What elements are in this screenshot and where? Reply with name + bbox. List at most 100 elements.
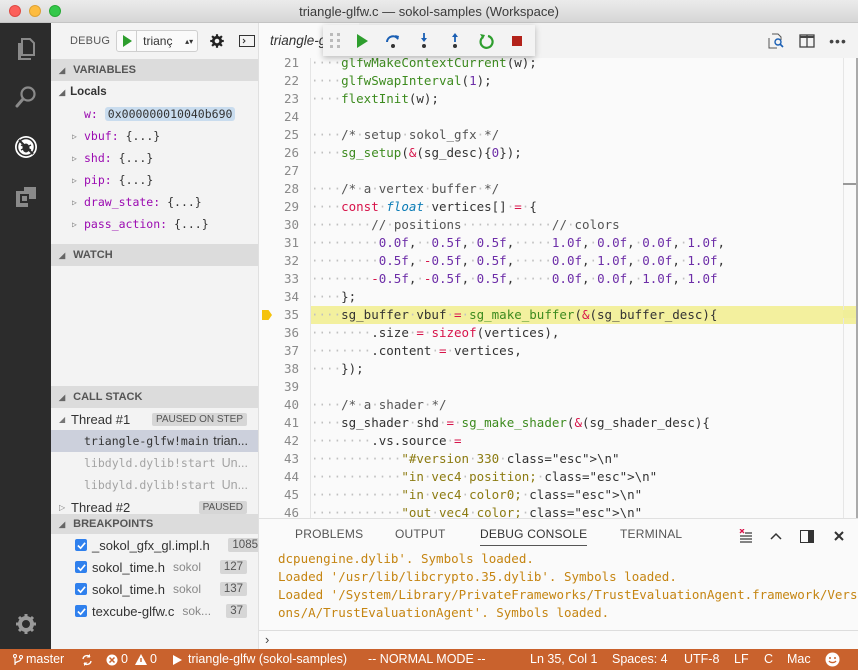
panel-tab-output[interactable]: OUTPUT xyxy=(395,527,446,541)
panel-tab-problems[interactable]: PROBLEMS xyxy=(295,527,363,541)
configure-button[interactable] xyxy=(206,30,228,52)
breakpoint-checkbox[interactable] xyxy=(75,561,87,573)
code-line[interactable]: 26 ····sg_setup(&(sg_desc){0}); xyxy=(259,144,858,162)
expand-icon[interactable]: ▷ xyxy=(59,503,71,512)
eol-status[interactable]: LF xyxy=(734,649,749,670)
feedback-button[interactable] xyxy=(825,649,840,670)
start-debugging-button[interactable] xyxy=(117,31,138,51)
variable-row[interactable]: ▷ draw_state: {...} xyxy=(51,191,258,213)
variable-row[interactable]: ▷ pip: {...} xyxy=(51,169,258,191)
window-maximize-button[interactable] xyxy=(49,5,61,17)
breakpoint-row[interactable]: sokol_time.h sokol 137 xyxy=(51,578,258,600)
breakpoints-section-header[interactable]: ◢ BREAKPOINTS xyxy=(51,514,258,534)
code-line[interactable]: 28 ····/*·a·vertex·buffer·*/ xyxy=(259,180,858,198)
stack-frame[interactable]: libdyld.dylib!start Un... xyxy=(51,474,258,496)
code-line[interactable]: 44 ············"in·vec4·position;·class="… xyxy=(259,468,858,486)
files-icon[interactable] xyxy=(0,25,51,73)
code-line[interactable]: 30 ········//·positions············//·col… xyxy=(259,216,858,234)
close-panel-button[interactable] xyxy=(829,526,849,546)
variable-row[interactable]: ▷ shd: {...} xyxy=(51,147,258,169)
code-line[interactable]: 29 ····const·float·vertices[]·=·{ xyxy=(259,198,858,216)
expand-icon[interactable]: ▷ xyxy=(72,220,84,229)
sync-button[interactable] xyxy=(81,649,93,670)
code-line[interactable]: 39 xyxy=(259,378,858,396)
code-line[interactable]: 41 ····sg_shader·shd·=·sg_make_shader(&(s… xyxy=(259,414,858,432)
code-line[interactable]: 24 xyxy=(259,108,858,126)
code-line[interactable]: 34 ····}; xyxy=(259,288,858,306)
code-line[interactable]: 35 ····sg_buffer·vbuf·=·sg_make_buffer(&(… xyxy=(262,306,858,324)
code-line[interactable]: 25 ····/*·setup·sokol_gfx·*/ xyxy=(259,126,858,144)
indentation-status[interactable]: Spaces: 4 xyxy=(612,649,668,670)
extensions-icon[interactable] xyxy=(0,173,51,221)
expand-icon[interactable]: ▷ xyxy=(72,176,84,185)
code-line[interactable]: 46 ············"out·vec4·color;·class="es… xyxy=(259,504,858,518)
collapse-icon[interactable]: ◢ xyxy=(59,415,71,424)
gear-icon[interactable] xyxy=(0,600,51,648)
step-out-button[interactable] xyxy=(439,27,470,55)
debug-icon[interactable] xyxy=(0,123,51,171)
code-editor[interactable]: 21 ····glfwMakeContextCurrent(w); 22 ····gl… xyxy=(259,58,858,518)
code-line[interactable]: 21 ····glfwMakeContextCurrent(w); xyxy=(259,58,858,72)
maximize-panel-button[interactable] xyxy=(766,526,786,546)
scope-locals[interactable]: ◢ Locals xyxy=(51,81,258,103)
drag-handle-icon[interactable] xyxy=(330,32,344,49)
debug-target-status[interactable]: triangle-glfw (sokol-samples) xyxy=(173,649,347,670)
code-line[interactable]: 36 ········.size·=·sizeof(vertices), xyxy=(259,324,858,342)
code-line[interactable]: 38 ····}); xyxy=(259,360,858,378)
branch-status[interactable]: master xyxy=(13,649,64,670)
toggle-panel-position-button[interactable] xyxy=(797,526,817,546)
panel-tab-terminal[interactable]: TERMINAL xyxy=(620,527,682,541)
search-icon[interactable] xyxy=(0,73,51,121)
window-close-button[interactable] xyxy=(9,5,21,17)
breakpoint-checkbox[interactable] xyxy=(75,583,87,595)
restart-button[interactable] xyxy=(470,27,501,55)
panel-tab-debug-console[interactable]: DEBUG CONSOLE xyxy=(480,527,588,546)
call-stack-section-header[interactable]: ◢ CALL STACK xyxy=(51,386,258,408)
stack-frame[interactable]: libdyld.dylib!start Un... xyxy=(51,452,258,474)
step-into-button[interactable] xyxy=(408,27,439,55)
cursor-position-status[interactable]: Ln 35, Col 1 xyxy=(530,649,597,670)
breakpoint-row[interactable]: sokol_time.h sokol 127 xyxy=(51,556,258,578)
code-line[interactable]: 27 xyxy=(259,162,858,180)
clear-console-button[interactable] xyxy=(736,526,756,546)
thread-row[interactable]: ◢ Thread #1 PAUSED ON STEP xyxy=(51,408,258,430)
more-actions-button[interactable]: ••• xyxy=(827,30,849,52)
launch-config-select[interactable]: trianç ▴▾ xyxy=(116,30,199,52)
code-line[interactable]: 37 ········.content·=·vertices, xyxy=(259,342,858,360)
stop-button[interactable] xyxy=(501,27,532,55)
code-line[interactable]: 40 ····/*·a·shader·*/ xyxy=(259,396,858,414)
code-line[interactable]: 42 ········.vs.source·= xyxy=(259,432,858,450)
variable-row[interactable]: w: 0x000000010040b690 xyxy=(51,103,258,125)
breakpoint-checkbox[interactable] xyxy=(75,539,87,551)
debug-console-button[interactable] xyxy=(236,30,258,52)
code-line[interactable]: 43 ············"#version·330·class="esc">… xyxy=(259,450,858,468)
code-line[interactable]: 32 ·········0.5f,·-0.5f,·0.5f,·····0.0f,·… xyxy=(259,252,858,270)
code-line[interactable]: 22 ····glfwSwapInterval(1); xyxy=(259,72,858,90)
breakpoint-checkbox[interactable] xyxy=(75,605,87,617)
expand-icon[interactable]: ▷ xyxy=(72,132,84,141)
stack-frame[interactable]: triangle-glfw!main trian... xyxy=(51,430,258,452)
debug-console-input[interactable]: › xyxy=(259,630,858,650)
breakpoint-row[interactable]: texcube-glfw.c sok... 37 xyxy=(51,600,258,622)
breakpoint-row[interactable]: _sokol_gfx_gl.impl.h 1085 xyxy=(51,534,258,556)
code-line[interactable]: 33 ········-0.5f,·-0.5f,·0.5f,·····0.0f,·… xyxy=(259,270,858,288)
variable-row[interactable]: ▷ pass_action: {...} xyxy=(51,213,258,235)
variable-row[interactable]: ▷ vbuf: {...} xyxy=(51,125,258,147)
code-line[interactable]: 31 ·········0.0f,··0.5f,·0.5f,·····1.0f,·… xyxy=(259,234,858,252)
variables-section-header[interactable]: ◢ VARIABLES xyxy=(51,59,258,81)
continue-button[interactable] xyxy=(346,27,377,55)
problems-status[interactable]: 0 0 xyxy=(106,649,157,670)
window-minimize-button[interactable] xyxy=(29,5,41,17)
code-line[interactable]: 23 ····flextInit(w); xyxy=(259,90,858,108)
watch-section-header[interactable]: ◢ WATCH xyxy=(51,244,258,266)
expand-icon[interactable]: ▷ xyxy=(72,198,84,207)
language-status[interactable]: C xyxy=(764,649,773,670)
step-over-button[interactable] xyxy=(377,27,408,55)
thread-row[interactable]: ▷ Thread #2 PAUSED xyxy=(51,496,258,514)
encoding-status[interactable]: UTF-8 xyxy=(684,649,719,670)
expand-icon[interactable]: ▷ xyxy=(72,154,84,163)
split-editor-button[interactable] xyxy=(796,30,818,52)
code-line[interactable]: 45 ············"in·vec4·color0;·class="es… xyxy=(259,486,858,504)
platform-status[interactable]: Mac xyxy=(787,649,811,670)
open-preview-button[interactable] xyxy=(765,30,787,52)
